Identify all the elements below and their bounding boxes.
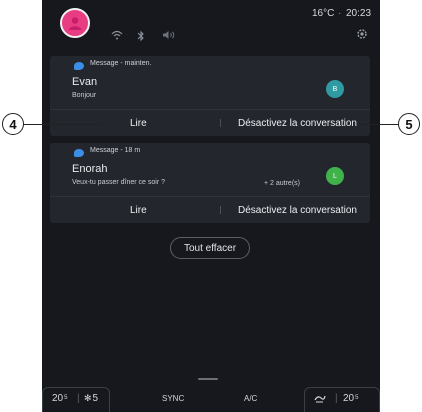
- airflow-icon[interactable]: [314, 384, 326, 412]
- settings-icon[interactable]: [356, 28, 368, 40]
- profile-avatar[interactable]: [60, 8, 90, 38]
- mute-conversation-button[interactable]: Désactivez la conversation: [238, 110, 357, 136]
- action-divider: [220, 119, 221, 127]
- ac-button[interactable]: A/C: [244, 384, 257, 412]
- status-bar: 16°C · 20:23: [42, 0, 380, 46]
- temperature-readout: 16°C: [312, 8, 335, 19]
- bluetooth-icon: [137, 30, 151, 42]
- bar-divider: |: [77, 392, 80, 404]
- callout-leader: [22, 124, 102, 125]
- contact-badge: L: [326, 167, 344, 185]
- callout-5: 5: [398, 113, 420, 135]
- read-button[interactable]: Lire: [130, 197, 147, 223]
- contact-badge: B: [326, 80, 344, 98]
- climate-bar: 20 5 | ✻ 5 SYNC A/C | 20 5: [42, 384, 380, 412]
- sync-button[interactable]: SYNC: [162, 384, 184, 412]
- message-icon: [74, 62, 84, 70]
- fan-speed-control[interactable]: ✻ 5: [84, 384, 98, 412]
- right-temperature[interactable]: 20 5: [343, 384, 358, 412]
- fan-icon: ✻: [84, 392, 92, 403]
- message-preview: Bonjour: [72, 92, 97, 99]
- clear-all-button[interactable]: Tout effacer: [170, 237, 250, 259]
- status-separator: ·: [338, 8, 342, 19]
- callout-leader: [360, 124, 400, 125]
- clock: 20:23: [346, 8, 372, 19]
- notification-card[interactable]: Message - 18 m Enorah Veux-tu passer dîn…: [50, 143, 370, 223]
- mute-conversation-button[interactable]: Désactivez la conversation: [238, 197, 357, 223]
- drag-handle[interactable]: [198, 378, 218, 380]
- message-preview: Veux-tu passer dîner ce soir ?: [72, 179, 165, 186]
- sender-name: Enorah: [72, 163, 108, 175]
- more-messages-count: + 2 autre(s): [264, 180, 300, 187]
- left-temperature[interactable]: 20 5: [52, 384, 67, 412]
- sender-name: Evan: [72, 76, 98, 88]
- notification-actions: Lire Désactivez la conversation: [50, 196, 370, 223]
- read-button[interactable]: Lire: [130, 110, 147, 136]
- callout-4: 4: [2, 113, 24, 135]
- message-icon: [74, 149, 84, 157]
- wifi-icon: [111, 30, 125, 42]
- user-icon: [68, 17, 82, 30]
- notification-title: Message - mainten.: [90, 60, 152, 67]
- bar-divider: |: [335, 392, 338, 404]
- infotainment-screen: 16°C · 20:23 Message - mainten. Evan Bon…: [42, 0, 380, 412]
- notification-title: Message - 18 m: [90, 147, 141, 154]
- action-divider: [220, 206, 221, 214]
- volume-icon: [162, 30, 176, 42]
- notification-actions: Lire Désactivez la conversation: [50, 109, 370, 136]
